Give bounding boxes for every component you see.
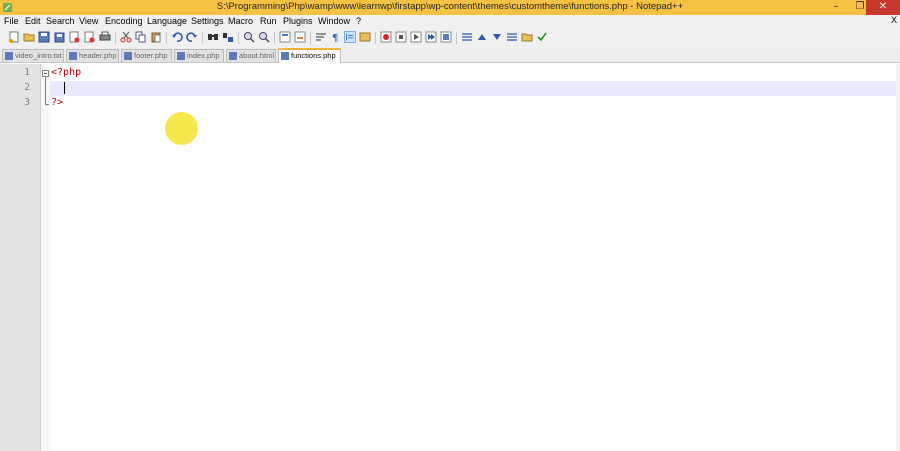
sync-v-icon[interactable] (279, 31, 291, 43)
tab-label: functions.php (291, 51, 336, 60)
toolbar-separator (238, 32, 239, 44)
toolbar-separator (310, 32, 311, 44)
zoom-out-icon[interactable] (258, 31, 270, 43)
line-number: 3 (24, 97, 30, 108)
close-icon[interactable] (68, 31, 80, 43)
menu-search[interactable]: Search (46, 16, 75, 26)
menu-encoding[interactable]: Encoding (105, 16, 143, 26)
line-number-gutter: 1 2 3 (0, 64, 41, 451)
save-icon[interactable] (38, 31, 50, 43)
menu-settings[interactable]: Settings (191, 16, 224, 26)
fold-all-icon[interactable] (461, 31, 473, 43)
menu-run[interactable]: Run (260, 16, 277, 26)
tab-label: header.php (79, 51, 117, 60)
save-macro-icon[interactable] (440, 31, 452, 43)
cut-icon[interactable] (120, 31, 132, 43)
zoom-in-icon[interactable] (243, 31, 255, 43)
menu-macro[interactable]: Macro (228, 16, 253, 26)
code-line[interactable]: ?> (51, 97, 63, 108)
down-arrow-icon[interactable] (491, 31, 503, 43)
current-line-highlight (50, 81, 896, 96)
word-wrap-icon[interactable] (315, 31, 327, 43)
text-caret (64, 82, 65, 94)
code-line[interactable]: <?php (51, 67, 81, 78)
toolbar-separator (115, 32, 116, 44)
file-icon (281, 52, 289, 60)
stop-record-icon[interactable] (395, 31, 407, 43)
find-icon[interactable] (207, 31, 219, 43)
tab-functions-php[interactable]: functions.php (278, 48, 341, 63)
window-title: S:\Programming\Php\wamp\www\learnwp\firs… (216, 1, 684, 12)
tab-label: video_intro.txt (15, 51, 62, 60)
toolbar-separator (274, 32, 275, 44)
minimize-button[interactable]: – (826, 0, 846, 15)
title-bar: S:\Programming\Php\wamp\www\learnwp\firs… (0, 0, 900, 15)
menu-view[interactable]: View (79, 16, 98, 26)
copy-icon[interactable] (135, 31, 147, 43)
editor-area[interactable]: 1 2 3 <?php ?> (0, 64, 900, 451)
file-icon (5, 52, 13, 60)
redo-icon[interactable] (186, 31, 198, 43)
print-icon[interactable] (99, 31, 111, 43)
toolbar: ¶ (0, 29, 900, 48)
undo-icon[interactable] (171, 31, 183, 43)
menu-plugins[interactable]: Plugins (283, 16, 313, 26)
tab-label: about.html (239, 51, 275, 60)
menu-help[interactable]: ? (356, 16, 361, 26)
indent-guide-icon[interactable] (344, 31, 356, 43)
fold-end (45, 104, 49, 105)
tab-video-intro[interactable]: video_intro.txt (2, 49, 64, 62)
doc-map-icon[interactable] (359, 31, 371, 43)
record-macro-icon[interactable] (380, 31, 392, 43)
menu-window[interactable]: Window (318, 16, 350, 26)
toolbar-separator (202, 32, 203, 44)
tab-about-html[interactable]: about.html (226, 49, 276, 62)
tab-footer-php[interactable]: footer.php (121, 49, 172, 62)
tab-label: footer.php (134, 51, 168, 60)
vertical-scrollbar[interactable] (896, 64, 900, 451)
play-macro-icon[interactable] (410, 31, 422, 43)
menu-language[interactable]: Language (147, 16, 187, 26)
tab-index-php[interactable]: index.php (174, 49, 224, 62)
toolbar-separator (456, 32, 457, 44)
fold-toggle-icon[interactable] (42, 70, 49, 77)
menu-edit[interactable]: Edit (25, 16, 41, 26)
play-multiple-icon[interactable] (425, 31, 437, 43)
fold-margin[interactable] (41, 64, 50, 451)
menu-file[interactable]: File (4, 16, 19, 26)
line-number: 2 (24, 82, 30, 93)
show-all-chars-icon[interactable]: ¶ (330, 31, 342, 43)
new-file-icon[interactable] (8, 31, 20, 43)
file-icon (229, 52, 237, 60)
up-arrow-icon[interactable] (476, 31, 488, 43)
spell-check-icon[interactable] (536, 31, 548, 43)
replace-icon[interactable] (222, 31, 234, 43)
open-file-icon[interactable] (23, 31, 35, 43)
svg-text:¶: ¶ (332, 33, 338, 43)
file-icon (124, 52, 132, 60)
close-window-button[interactable]: ✕ (866, 0, 900, 15)
tab-label: index.php (187, 51, 220, 60)
close-all-icon[interactable] (83, 31, 95, 43)
menu-bar: File Edit Search View Encoding Language … (0, 15, 900, 29)
file-icon (69, 52, 77, 60)
mouse-cursor-highlight (165, 112, 198, 145)
close-document-button[interactable]: X (891, 15, 897, 25)
save-all-icon[interactable] (53, 31, 65, 43)
paste-icon[interactable] (150, 31, 162, 43)
file-icon (177, 52, 185, 60)
unfold-icon[interactable] (506, 31, 518, 43)
line-number: 1 (24, 67, 30, 78)
tab-bar: video_intro.txt header.php footer.php in… (0, 48, 900, 63)
sync-h-icon[interactable] (294, 31, 306, 43)
toolbar-separator (166, 32, 167, 44)
folder-icon[interactable] (521, 31, 533, 43)
toolbar-separator (375, 32, 376, 44)
fold-line (45, 77, 46, 105)
tab-header-php[interactable]: header.php (66, 49, 119, 62)
